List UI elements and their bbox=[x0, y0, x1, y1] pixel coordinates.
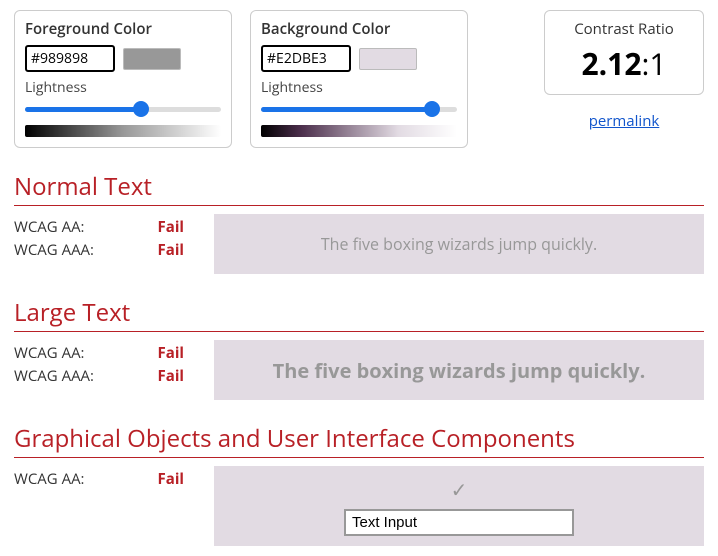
large-aaa-label: WCAG AAA: bbox=[14, 366, 94, 386]
background-lightness-slider[interactable] bbox=[261, 99, 457, 121]
contrast-ratio-title: Contrast Ratio bbox=[559, 19, 689, 39]
ui-preview: ✓ bbox=[214, 466, 704, 546]
normal-aaa-label: WCAG AAA: bbox=[14, 240, 94, 260]
large-aa-result: Fail bbox=[158, 343, 184, 363]
large-wcag-results: WCAG AA: Fail WCAG AAA: Fail bbox=[14, 340, 184, 389]
foreground-hex-input[interactable] bbox=[25, 45, 115, 72]
section-heading-ui: Graphical Objects and User Interface Com… bbox=[14, 422, 704, 458]
ui-wcag-results: WCAG AA: Fail bbox=[14, 466, 184, 492]
contrast-ratio-value: 2.12:1 bbox=[559, 43, 689, 84]
section-heading-large: Large Text bbox=[14, 296, 704, 332]
sample-text-input[interactable] bbox=[344, 509, 574, 536]
permalink-link[interactable]: permalink bbox=[589, 111, 660, 131]
contrast-ratio-box: Contrast Ratio 2.12:1 bbox=[544, 10, 704, 95]
check-icon: ✓ bbox=[451, 476, 468, 503]
background-lightness-label: Lightness bbox=[261, 78, 457, 97]
foreground-lightness-slider[interactable] bbox=[25, 99, 221, 121]
large-aa-label: WCAG AA: bbox=[14, 343, 85, 363]
background-title: Background Color bbox=[261, 19, 457, 39]
foreground-title: Foreground Color bbox=[25, 19, 221, 39]
normal-wcag-results: WCAG AA: Fail WCAG AAA: Fail bbox=[14, 214, 184, 263]
normal-text-preview: The five boxing wizards jump quickly. bbox=[214, 214, 704, 274]
background-gradient bbox=[261, 125, 457, 137]
foreground-panel: Foreground Color Lightness bbox=[14, 10, 232, 148]
normal-aaa-result: Fail bbox=[158, 240, 184, 260]
normal-aa-label: WCAG AA: bbox=[14, 217, 85, 237]
foreground-lightness-label: Lightness bbox=[25, 78, 221, 97]
ui-aa-label: WCAG AA: bbox=[14, 469, 85, 489]
normal-aa-result: Fail bbox=[158, 217, 184, 237]
foreground-swatch[interactable] bbox=[123, 48, 181, 70]
section-heading-normal: Normal Text bbox=[14, 170, 704, 206]
background-panel: Background Color Lightness bbox=[250, 10, 468, 148]
background-swatch[interactable] bbox=[359, 48, 417, 70]
ui-aa-result: Fail bbox=[158, 469, 184, 489]
foreground-gradient bbox=[25, 125, 221, 137]
large-text-preview: The five boxing wizards jump quickly. bbox=[214, 340, 704, 400]
background-hex-input[interactable] bbox=[261, 45, 351, 72]
large-aaa-result: Fail bbox=[158, 366, 184, 386]
